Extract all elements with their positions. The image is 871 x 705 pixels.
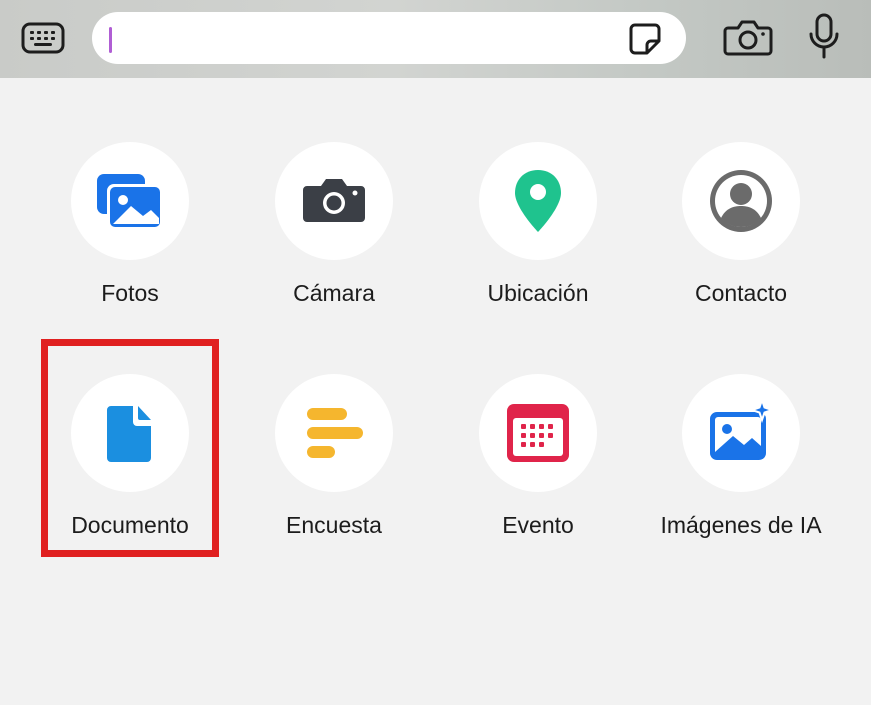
attachment-evento[interactable]: Evento xyxy=(438,374,638,564)
camera-icon xyxy=(303,179,365,222)
camara-icon-circle xyxy=(275,142,393,260)
calendar-icon xyxy=(507,404,569,462)
microphone-icon[interactable] xyxy=(806,12,842,62)
attachment-fotos[interactable]: Fotos xyxy=(30,142,230,332)
fotos-icon-circle xyxy=(71,142,189,260)
attachment-label: Contacto xyxy=(694,280,788,306)
poll-icon xyxy=(307,408,363,458)
keyboard-icon[interactable] xyxy=(18,20,68,56)
evento-icon-circle xyxy=(479,374,597,492)
attachment-ubicacion[interactable]: Ubicación xyxy=(438,142,638,332)
input-toolbar xyxy=(0,0,871,78)
imagenes-ia-icon-circle xyxy=(682,374,800,492)
text-cursor xyxy=(109,27,112,53)
photos-icon xyxy=(97,174,163,230)
attachment-contacto[interactable]: Contacto xyxy=(641,142,841,332)
ai-images-icon xyxy=(710,398,776,460)
attachment-camara[interactable]: Cámara xyxy=(234,142,434,332)
ubicacion-icon-circle xyxy=(479,142,597,260)
sticker-icon[interactable] xyxy=(627,21,663,57)
highlight-box xyxy=(41,339,219,557)
contact-icon xyxy=(710,170,772,232)
attachment-encuesta[interactable]: Encuesta xyxy=(234,374,434,564)
encuesta-icon-circle xyxy=(275,374,393,492)
message-input[interactable] xyxy=(92,12,686,64)
contacto-icon-circle xyxy=(682,142,800,260)
attachment-imagenes-ia[interactable]: Imágenes de IA xyxy=(641,374,841,564)
camera-icon[interactable] xyxy=(722,16,774,58)
location-pin-icon xyxy=(515,170,561,232)
attachment-label: Imágenes de IA xyxy=(660,512,822,538)
